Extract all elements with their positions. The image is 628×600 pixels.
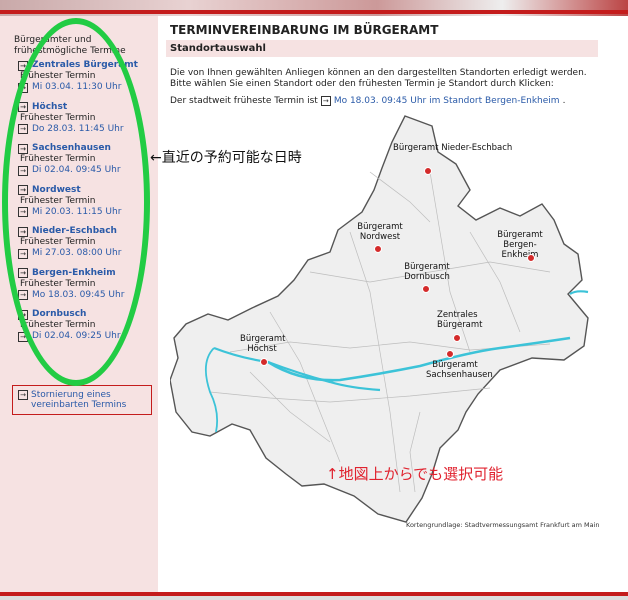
section-title: Standortauswahl — [166, 40, 598, 57]
city-boundary — [170, 115, 589, 523]
header-red-stripe — [0, 10, 628, 14]
map-pin-bergen-enkheim[interactable] — [527, 254, 535, 262]
cancel-appointment-link[interactable]: Stornierung eines vereinbarten Termins — [31, 390, 148, 410]
map-label-hoechst[interactable]: Bürgeramt Höchst — [240, 334, 286, 354]
map-pin-nieder-eschbach[interactable] — [424, 167, 432, 175]
page-title: TERMINVEREINBARUNG IM BÜRGERAMT — [170, 23, 439, 37]
map-pin-dornbusch[interactable] — [422, 285, 430, 293]
arrow-link-icon: → — [320, 96, 331, 106]
map-label-dornbusch[interactable]: Bürgeramt Dornbusch — [404, 262, 450, 282]
arrow-link-icon: → — [18, 390, 28, 400]
map-label-sachsenhausen[interactable]: Bürgeramt Sachsenhausen — [426, 360, 493, 380]
map-label-bergen-enkheim[interactable]: Bürgeramt Bergen-Enkheim — [497, 230, 543, 260]
map-pin-nordwest[interactable] — [374, 245, 382, 253]
footer-gray-stripe — [0, 596, 628, 600]
map-label-zentral[interactable]: Zentrales Bürgeramt — [437, 310, 483, 330]
map-label-nieder-eschbach[interactable]: Bürgeramt Nieder-Eschbach — [393, 143, 512, 153]
map-pin-sachsenhausen[interactable] — [446, 350, 454, 358]
map-label-nordwest[interactable]: Bürgeramt Nordwest — [357, 222, 403, 242]
earliest-suffix: . — [562, 96, 566, 106]
annotation-map-selectable: ↑地図上からでも選択可能 — [326, 465, 504, 483]
green-highlight-oval — [2, 18, 150, 386]
earliest-appointment-line: Der stadtweit früheste Termin ist → Mo 1… — [170, 96, 565, 106]
map-pin-hoechst[interactable] — [260, 358, 268, 366]
earliest-prefix: Der stadtweit früheste Termin ist — [170, 96, 318, 106]
earliest-appointment-link[interactable]: Mo 18.03. 09:45 Uhr im Standort Bergen-E… — [334, 96, 560, 106]
annotation-earliest-dates: ←直近の予約可能な日時 — [150, 150, 302, 166]
cancel-appointment-box[interactable]: → Stornierung eines vereinbarten Termins — [12, 385, 152, 415]
map-credit: Kortengrundlage: Stadtvermessungsamt Fra… — [406, 521, 600, 529]
river-east — [569, 290, 589, 295]
map-pin-zentral[interactable] — [453, 334, 461, 342]
intro-text: Die von Ihnen gewählten Anliegen können … — [170, 68, 587, 89]
